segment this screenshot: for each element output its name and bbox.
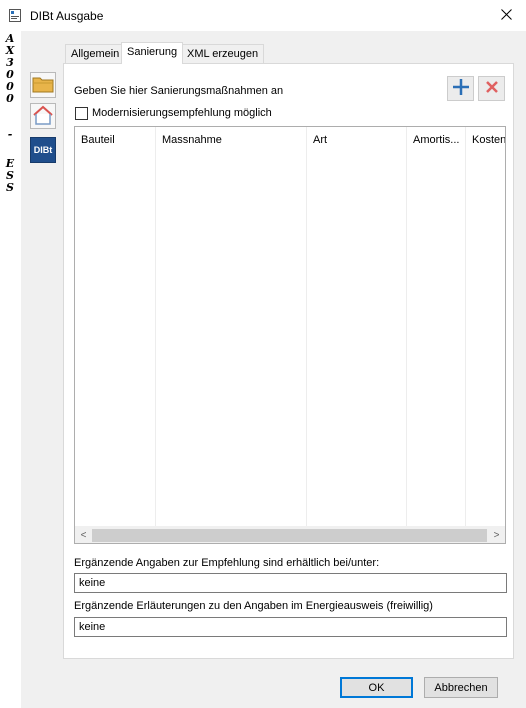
column-header-art[interactable]: Art: [307, 127, 407, 527]
vertical-label-strip: A X 3 0 0 0 - E S S: [0, 31, 21, 708]
tab-xml-erzeugen[interactable]: XML erzeugen: [181, 44, 265, 63]
scrollbar-thumb[interactable]: [92, 529, 487, 542]
field2-label: Ergänzende Erläuterungen zu den Angaben …: [74, 600, 433, 612]
dibt-icon: DIBt: [33, 145, 53, 155]
field1-label: Ergänzende Angaben zur Empfehlung sind e…: [74, 557, 380, 569]
instruction-text: Geben Sie hier Sanierungsmaßnahmen an: [74, 85, 284, 97]
column-label: Art: [313, 134, 328, 146]
horizontal-scrollbar[interactable]: < >: [75, 526, 505, 543]
vertical-char: -: [7, 128, 13, 141]
measures-table[interactable]: Bauteil Massnahme Art Amortis... Kosten …: [74, 126, 506, 544]
window-title: DIBt Ausgabe: [30, 9, 104, 23]
tab-label: Sanierung: [127, 46, 178, 58]
vertical-char: 0: [6, 92, 14, 105]
modernisierung-checkbox[interactable]: [75, 107, 88, 120]
vertical-char: S: [6, 181, 14, 194]
column-header-bauteil[interactable]: Bauteil: [75, 127, 156, 527]
ok-button[interactable]: OK: [340, 677, 413, 698]
app-icon: [9, 9, 21, 22]
scroll-left-arrow[interactable]: <: [75, 527, 92, 543]
folder-icon: [32, 75, 54, 96]
column-header-massnahme[interactable]: Massnahme: [156, 127, 307, 527]
title-bar: DIBt Ausgabe: [0, 0, 526, 31]
close-button[interactable]: [486, 0, 526, 31]
column-header-kosten[interactable]: Kosten: [466, 127, 505, 527]
column-label: Kosten: [472, 134, 505, 146]
remove-measure-button[interactable]: [478, 76, 505, 101]
tab-label: Allgemein: [71, 48, 120, 60]
column-label: Massnahme: [162, 134, 222, 146]
checkbox-label: Modernisierungsempfehlung möglich: [92, 107, 272, 119]
plus-icon: [452, 78, 470, 99]
tab-label: XML erzeugen: [187, 48, 259, 60]
cancel-button[interactable]: Abbrechen: [424, 677, 498, 698]
erlaeuterungen-input[interactable]: keine: [74, 617, 507, 637]
add-measure-button[interactable]: [447, 76, 474, 101]
column-label: Bauteil: [81, 134, 115, 146]
tab-sanierung[interactable]: Sanierung: [121, 42, 184, 64]
sidebar-item-building[interactable]: [30, 103, 56, 129]
empfehlung-info-input[interactable]: keine: [74, 573, 507, 593]
sidebar-item-dibt[interactable]: DIBt: [30, 137, 56, 163]
column-header-amortisation[interactable]: Amortis...: [407, 127, 466, 527]
column-label: Amortis...: [413, 134, 460, 146]
tab-allgemein[interactable]: Allgemein: [65, 44, 126, 63]
delete-icon: [485, 80, 499, 97]
scroll-right-arrow[interactable]: >: [488, 527, 505, 543]
house-icon: [32, 105, 54, 128]
close-icon: [500, 8, 512, 23]
sidebar-item-open[interactable]: [30, 72, 56, 98]
